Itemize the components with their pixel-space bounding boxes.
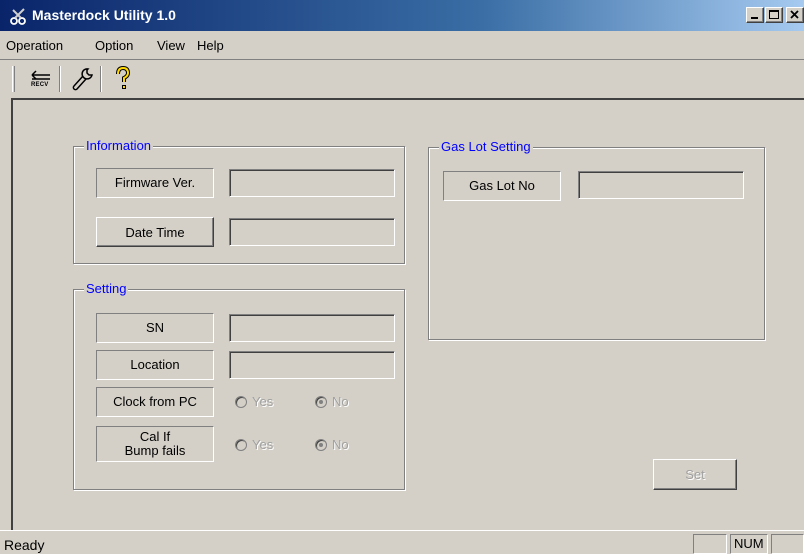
maximize-icon bbox=[769, 10, 779, 19]
radio-unchecked-icon bbox=[235, 438, 247, 451]
cal-yes-radio[interactable]: Yes bbox=[235, 437, 273, 452]
clock-from-pc-label-text: Clock from PC bbox=[113, 394, 197, 409]
question-icon bbox=[116, 65, 131, 89]
scissors-icon bbox=[10, 8, 26, 25]
location-label: Location bbox=[96, 350, 214, 380]
location-label-text: Location bbox=[130, 357, 180, 372]
firmware-label-text: Firmware Ver. bbox=[114, 175, 196, 190]
firmware-field[interactable] bbox=[229, 169, 395, 197]
toolbar-separator bbox=[59, 66, 61, 92]
gas-lot-group-title: Gas Lot Setting bbox=[439, 139, 533, 155]
sn-field[interactable] bbox=[229, 314, 395, 342]
wrench-icon bbox=[72, 68, 93, 91]
information-group: Information Firmware Ver. Date Time bbox=[73, 138, 405, 264]
date-time-field[interactable] bbox=[229, 218, 395, 246]
setting-group: Setting SN Location Clock from PC Yes No… bbox=[73, 281, 405, 490]
menu-operation[interactable]: Operation bbox=[6, 38, 63, 53]
clock-no-label: No bbox=[332, 394, 349, 409]
client-area: Information Firmware Ver. Date Time Sett… bbox=[11, 98, 804, 530]
recv-button[interactable]: RECV bbox=[26, 64, 56, 94]
minimize-button[interactable] bbox=[746, 7, 764, 23]
set-button-label: Set bbox=[685, 467, 705, 482]
maximize-button[interactable] bbox=[765, 7, 783, 23]
recv-label: RECV bbox=[31, 82, 49, 88]
toolbar-grip[interactable] bbox=[12, 66, 15, 92]
firmware-label: Firmware Ver. bbox=[96, 168, 214, 198]
close-button[interactable] bbox=[786, 7, 804, 23]
settings-button[interactable] bbox=[68, 64, 98, 94]
cal-label-line2: Bump fails bbox=[124, 443, 186, 458]
setting-group-title: Setting bbox=[84, 281, 129, 297]
date-time-button[interactable]: Date Time bbox=[96, 217, 214, 247]
toolbar: RECV bbox=[0, 59, 804, 97]
cal-yes-label: Yes bbox=[252, 437, 274, 452]
clock-no-radio[interactable]: No bbox=[315, 394, 349, 409]
window-title: Masterdock Utility 1.0 bbox=[32, 7, 176, 23]
status-pane-num: NUM bbox=[730, 534, 768, 554]
status-text: Ready bbox=[4, 537, 45, 553]
clock-from-pc-label: Clock from PC bbox=[96, 387, 214, 417]
num-indicator: NUM bbox=[734, 536, 764, 551]
clock-yes-radio[interactable]: Yes bbox=[235, 394, 273, 409]
title-bar[interactable]: Masterdock Utility 1.0 bbox=[0, 0, 804, 31]
gas-lot-no-label: Gas Lot No bbox=[443, 171, 561, 201]
minimize-icon bbox=[751, 17, 758, 19]
toolbar-separator bbox=[100, 66, 102, 92]
close-icon bbox=[790, 10, 799, 19]
cal-no-radio[interactable]: No bbox=[315, 437, 349, 452]
radio-checked-icon bbox=[315, 438, 327, 451]
radio-checked-icon bbox=[315, 395, 327, 408]
clock-yes-label: Yes bbox=[252, 394, 274, 409]
status-bar: Ready NUM bbox=[0, 530, 804, 554]
help-button[interactable] bbox=[108, 64, 138, 94]
gas-lot-no-label-text: Gas Lot No bbox=[469, 178, 535, 193]
menu-bar: Operation Option View Help bbox=[0, 31, 804, 59]
set-button[interactable]: Set bbox=[653, 459, 737, 490]
gas-lot-no-field[interactable] bbox=[578, 171, 744, 199]
date-time-label: Date Time bbox=[125, 224, 185, 240]
cal-no-label: No bbox=[332, 437, 349, 452]
menu-help[interactable]: Help bbox=[197, 38, 224, 53]
cal-if-bump-fails-label: Cal If Bump fails bbox=[96, 426, 214, 462]
menu-option[interactable]: Option bbox=[95, 38, 133, 53]
cal-label-line1: Cal If bbox=[139, 429, 171, 444]
gas-lot-setting-group: Gas Lot Setting Gas Lot No bbox=[428, 139, 765, 340]
status-pane-scrl bbox=[771, 534, 804, 554]
arrow-left-icon bbox=[31, 70, 50, 80]
sn-label: SN bbox=[96, 313, 214, 343]
radio-unchecked-icon bbox=[235, 395, 247, 408]
sn-label-text: SN bbox=[145, 320, 165, 335]
location-field[interactable] bbox=[229, 351, 395, 379]
menu-view[interactable]: View bbox=[157, 38, 185, 53]
information-group-title: Information bbox=[84, 138, 154, 154]
status-pane-caps bbox=[693, 534, 727, 554]
